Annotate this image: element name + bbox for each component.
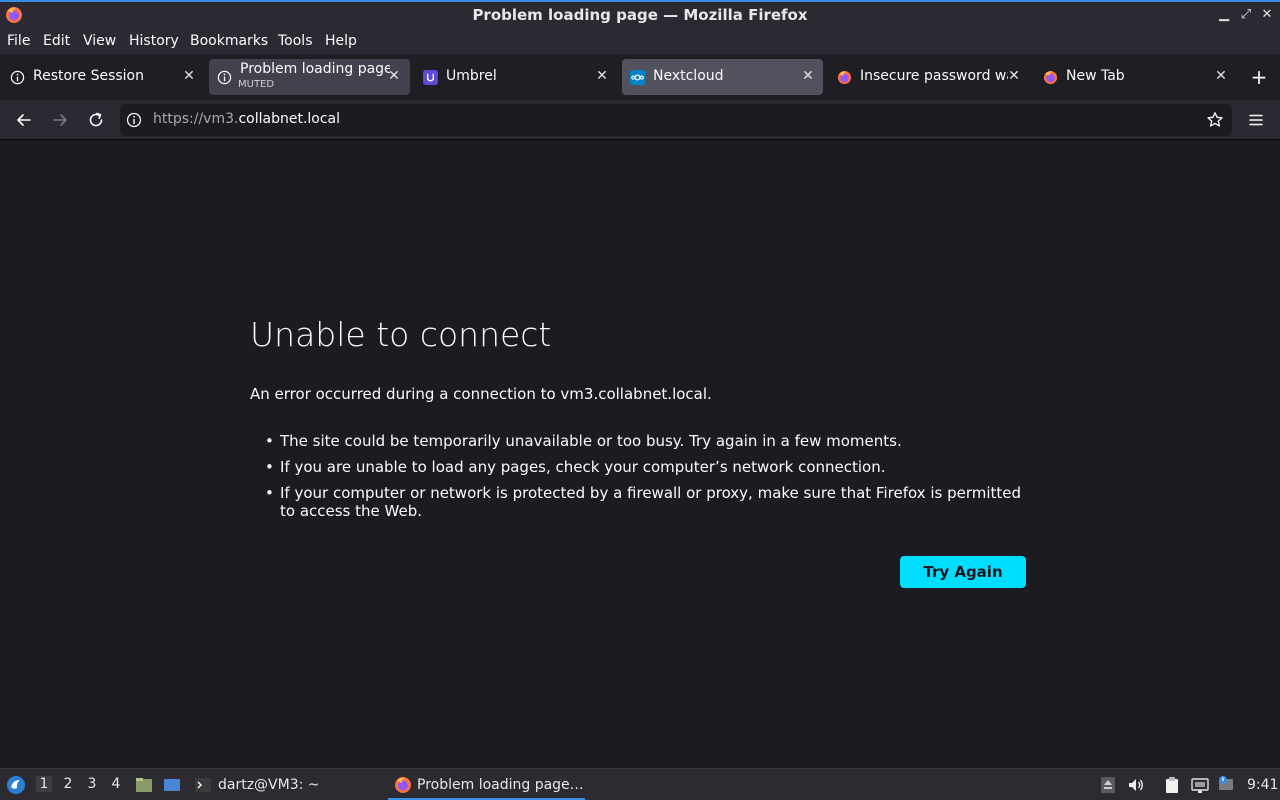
try-again-button[interactable]: Try Again	[900, 556, 1026, 588]
bookmark-star-icon[interactable]	[1206, 111, 1224, 129]
firefox-icon	[395, 777, 411, 793]
eject-icon[interactable]	[1099, 776, 1117, 794]
suggestion-item: If you are unable to load any pages, che…	[265, 458, 1035, 476]
suggestion-item: If your computer or network is protected…	[265, 484, 1035, 520]
close-tab-icon[interactable]: ✕	[800, 68, 816, 84]
tab-label: Restore Session	[33, 68, 144, 84]
url-text[interactable]: https://vm3.collabnet.local	[153, 111, 340, 127]
workspace-2[interactable]: 2	[60, 776, 76, 792]
menu-bar: File Edit View History Bookmarks Tools H…	[0, 30, 1280, 54]
titlebar-accent	[0, 0, 1280, 2]
active-window-button[interactable]: Problem loading page…	[388, 769, 585, 800]
terminal-window-button[interactable]: dartz@VM3: ~	[218, 777, 320, 793]
menu-bookmarks[interactable]: Bookmarks	[190, 33, 268, 49]
hamburger-menu-icon[interactable]	[1245, 109, 1267, 131]
new-tab-plus-icon[interactable]: +	[1248, 67, 1270, 89]
file-manager-icon[interactable]	[135, 776, 153, 794]
window-title: Problem loading page — Mozilla Firefox	[472, 6, 808, 24]
terminal-icon	[195, 778, 211, 792]
close-tab-icon[interactable]: ✕	[1213, 68, 1229, 84]
workspace-3[interactable]: 3	[84, 776, 100, 792]
close-tab-icon[interactable]: ✕	[594, 68, 610, 84]
desktop-icon[interactable]	[163, 776, 181, 794]
notification-icon[interactable]	[1217, 776, 1235, 794]
suggestion-item: The site could be temporarily unavailabl…	[265, 432, 1035, 450]
menu-tools[interactable]: Tools	[278, 33, 313, 49]
error-suggestions: The site could be temporarily unavailabl…	[265, 432, 1035, 528]
menu-view[interactable]: View	[83, 33, 116, 49]
site-info-icon[interactable]	[126, 112, 142, 128]
forward-arrow-icon[interactable]	[49, 109, 71, 131]
navigation-toolbar: https://vm3.collabnet.local	[0, 100, 1280, 140]
tab-label: Insecure password warning	[860, 68, 1008, 84]
firefox-icon	[837, 70, 852, 85]
firefox-icon	[1043, 70, 1058, 85]
url-prefix: https://vm3.	[153, 111, 239, 127]
url-domain: collabnet.local	[238, 111, 341, 127]
error-title: Unable to connect	[250, 315, 552, 354]
clock[interactable]: 9:41	[1247, 777, 1278, 793]
clipboard-icon[interactable]	[1163, 776, 1181, 794]
taskbar: 1 2 3 4 dartz@VM3: ~ Problem loading pag…	[0, 768, 1280, 800]
info-icon	[10, 70, 25, 85]
back-arrow-icon[interactable]	[13, 109, 35, 131]
tab-label: New Tab	[1066, 68, 1125, 84]
umbrel-icon	[423, 70, 438, 85]
nextcloud-icon	[630, 70, 645, 85]
tab-insecure-password[interactable]: Insecure password warning ✕	[829, 59, 1029, 95]
menu-edit[interactable]: Edit	[43, 33, 70, 49]
error-page: Unable to connect An error occurred duri…	[0, 141, 1280, 768]
close-tab-icon[interactable]: ✕	[1006, 68, 1022, 84]
close-window-icon[interactable]: ✕	[1259, 7, 1275, 23]
info-icon	[217, 70, 232, 85]
window-titlebar: Problem loading page — Mozilla Firefox ▁…	[0, 0, 1280, 30]
tab-muted-label: MUTED	[238, 79, 275, 90]
reload-icon[interactable]	[85, 109, 107, 131]
minimize-icon[interactable]: ▁	[1216, 7, 1232, 23]
tab-restore-session[interactable]: Restore Session ✕	[2, 59, 206, 95]
tab-label: Umbrel	[446, 68, 497, 84]
tab-label: Problem loading page	[240, 61, 390, 77]
restore-icon[interactable]: ⤢	[1238, 7, 1254, 23]
workspace-1[interactable]: 1	[36, 776, 52, 792]
error-description: An error occurred during a connection to…	[250, 385, 712, 403]
volume-icon[interactable]	[1127, 776, 1145, 794]
tab-label: Nextcloud	[653, 68, 724, 84]
tab-problem-loading[interactable]: Problem loading page MUTED ✕	[209, 59, 410, 95]
menu-help[interactable]: Help	[325, 33, 357, 49]
menu-file[interactable]: File	[7, 33, 30, 49]
tab-strip: Restore Session ✕ Problem loading page M…	[0, 54, 1280, 100]
tab-umbrel[interactable]: Umbrel ✕	[415, 59, 619, 95]
menu-history[interactable]: History	[129, 33, 179, 49]
app-menu-icon[interactable]	[6, 775, 26, 795]
url-bar[interactable]: https://vm3.collabnet.local	[120, 104, 1232, 136]
tab-new-tab[interactable]: New Tab ✕	[1035, 59, 1235, 95]
close-tab-icon[interactable]: ✕	[386, 68, 402, 84]
active-window-label: Problem loading page…	[417, 777, 584, 793]
workspace-4[interactable]: 4	[108, 776, 124, 792]
tab-nextcloud[interactable]: Nextcloud ✕	[622, 59, 823, 95]
network-icon[interactable]	[1191, 776, 1209, 794]
close-tab-icon[interactable]: ✕	[181, 68, 197, 84]
